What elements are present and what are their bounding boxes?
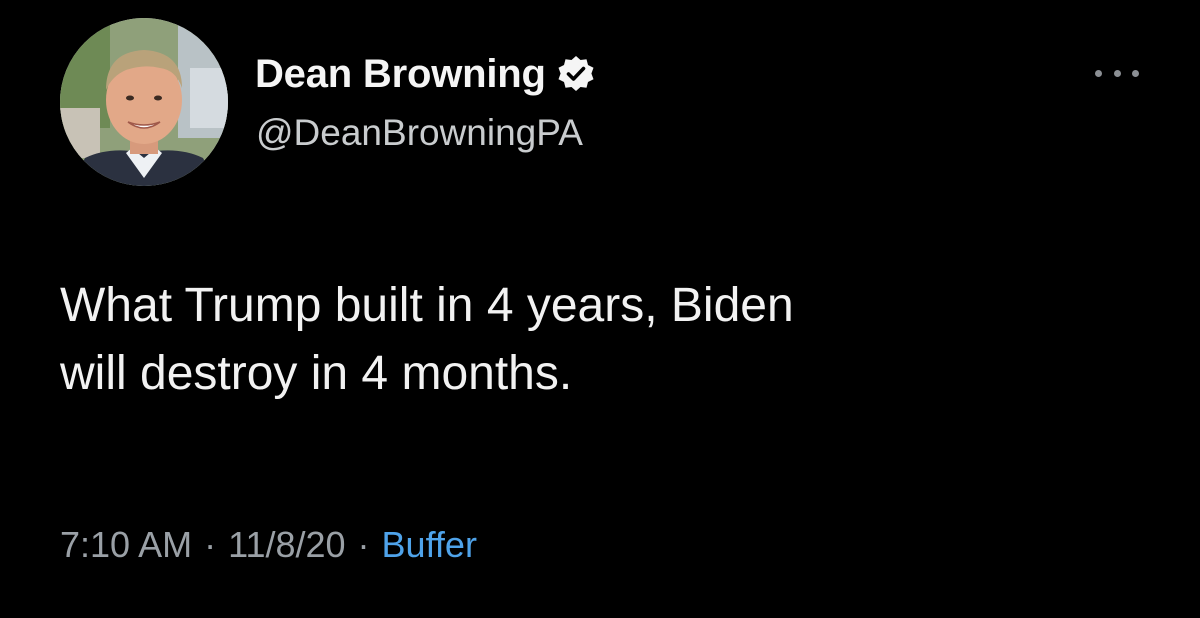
tweet-card: Dean Browning @DeanBrowningPA What Trump… (0, 0, 1200, 618)
ellipsis-icon (1113, 69, 1121, 77)
author-handle[interactable]: @DeanBrowningPA (256, 112, 583, 154)
meta-separator: · (204, 524, 217, 565)
tweet-source-link[interactable]: Buffer (382, 524, 477, 565)
more-options-button[interactable] (1095, 58, 1139, 88)
profile-photo-icon (60, 18, 228, 186)
ellipsis-icon (1132, 69, 1139, 77)
avatar[interactable] (60, 18, 228, 186)
ellipsis-icon (1095, 69, 1102, 77)
tweet-date[interactable]: 11/8/20 (228, 524, 345, 565)
tweet-meta: 7:10 AM · 11/8/20 · Buffer (60, 524, 477, 566)
display-name[interactable]: Dean Browning (255, 52, 546, 97)
author-name-row: Dean Browning (255, 50, 596, 98)
tweet-text: What Trump built in 4 years, Biden will … (60, 279, 794, 400)
tweet-time[interactable]: 7:10 AM (60, 524, 192, 565)
meta-separator: · (357, 524, 370, 565)
verified-badge-icon (556, 54, 596, 94)
